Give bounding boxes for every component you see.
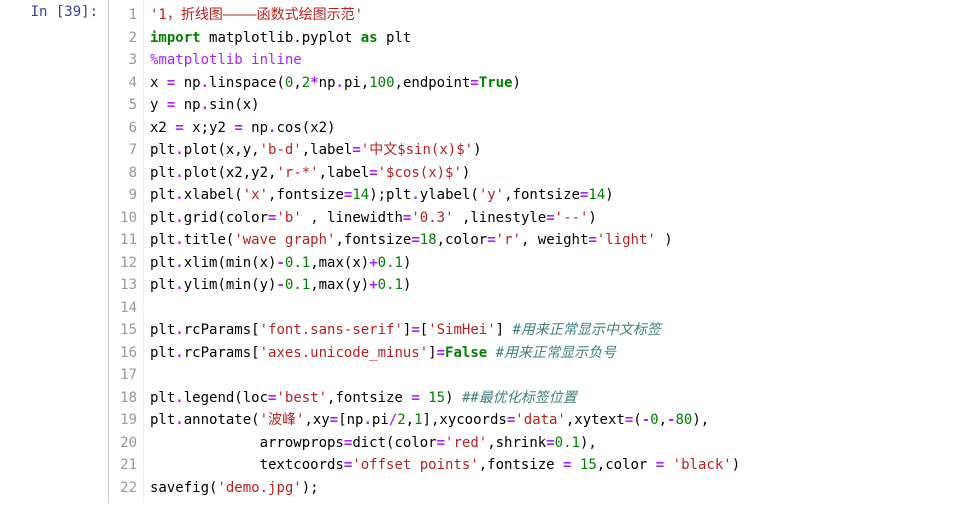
code-line[interactable]: plt.rcParams['axes.unicode_minus']=False… — [150, 342, 966, 365]
code-area[interactable]: 12345678910111213141516171819202122 '1，折… — [108, 0, 974, 503]
line-number: 1 — [109, 4, 137, 27]
line-number-gutter: 12345678910111213141516171819202122 — [109, 0, 143, 503]
code-line[interactable]: savefig('demo.jpg'); — [150, 477, 966, 500]
code-line[interactable]: y = np.sin(x) — [150, 94, 966, 117]
code-line[interactable]: '1，折线图————函数式绘图示范' — [150, 4, 966, 27]
line-number: 13 — [109, 274, 137, 297]
line-number: 17 — [109, 364, 137, 387]
line-number: 18 — [109, 387, 137, 410]
code-line[interactable]: plt.annotate('波峰',xy=[np.pi/2,1],xycoord… — [150, 409, 966, 432]
code-line[interactable]: import matplotlib.pyplot as plt — [150, 27, 966, 50]
code-line[interactable]: %matplotlib inline — [150, 49, 966, 72]
notebook-cell: In [39]: 1234567891011121314151617181920… — [0, 0, 974, 503]
code-line[interactable]: plt.legend(loc='best',fontsize = 15) ##最… — [150, 387, 966, 410]
prompt-label: In [39]: — [31, 4, 98, 20]
code-line[interactable]: x = np.linspace(0,2*np.pi,100,endpoint=T… — [150, 72, 966, 95]
line-number: 2 — [109, 27, 137, 50]
code-line[interactable]: textcoords='offset points',fontsize = 15… — [150, 454, 966, 477]
line-number: 19 — [109, 409, 137, 432]
code-line[interactable]: plt.plot(x2,y2,'r-*',label='$cos(x)$') — [150, 162, 966, 185]
code-editor[interactable]: '1，折线图————函数式绘图示范'import matplotlib.pypl… — [143, 0, 974, 503]
code-line[interactable] — [150, 364, 966, 387]
line-number: 11 — [109, 229, 137, 252]
code-line[interactable]: plt.xlabel('x',fontsize=14);plt.ylabel('… — [150, 184, 966, 207]
line-number: 14 — [109, 297, 137, 320]
code-line[interactable]: x2 = x;y2 = np.cos(x2) — [150, 117, 966, 140]
line-number: 16 — [109, 342, 137, 365]
line-number: 8 — [109, 162, 137, 185]
line-number: 21 — [109, 454, 137, 477]
line-number: 5 — [109, 94, 137, 117]
code-line[interactable]: plt.grid(color='b' , linewidth='0.3' ,li… — [150, 207, 966, 230]
line-number: 4 — [109, 72, 137, 95]
line-number: 15 — [109, 319, 137, 342]
line-number: 9 — [109, 184, 137, 207]
line-number: 6 — [109, 117, 137, 140]
line-number: 20 — [109, 432, 137, 455]
code-line[interactable]: plt.xlim(min(x)-0.1,max(x)+0.1) — [150, 252, 966, 275]
line-number: 7 — [109, 139, 137, 162]
line-number: 3 — [109, 49, 137, 72]
code-line[interactable]: plt.ylim(min(y)-0.1,max(y)+0.1) — [150, 274, 966, 297]
line-number: 22 — [109, 477, 137, 500]
code-line[interactable]: plt.plot(x,y,'b-d',label='中文$sin(x)$') — [150, 139, 966, 162]
line-number: 12 — [109, 252, 137, 275]
code-line[interactable]: plt.title('wave graph',fontsize=18,color… — [150, 229, 966, 252]
line-number: 10 — [109, 207, 137, 230]
code-line[interactable]: plt.rcParams['font.sans-serif']=['SimHei… — [150, 319, 966, 342]
input-prompt: In [39]: — [0, 0, 108, 503]
code-line[interactable] — [150, 297, 966, 320]
code-line[interactable]: arrowprops=dict(color='red',shrink=0.1), — [150, 432, 966, 455]
